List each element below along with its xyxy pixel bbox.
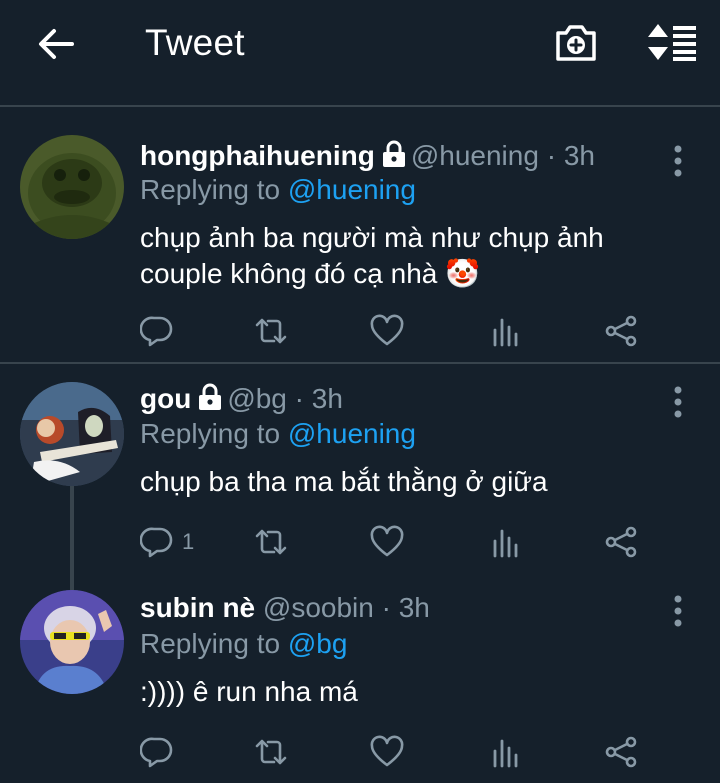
more-options-button[interactable] — [664, 593, 692, 629]
user-handle[interactable]: @soobin — [263, 592, 374, 623]
retweet-icon — [255, 739, 287, 765]
avatar[interactable] — [20, 382, 124, 486]
camera-add-icon — [556, 25, 596, 61]
tweet-text-line: :)))) ê run nha má — [140, 676, 358, 707]
back-button[interactable] — [36, 26, 76, 62]
replying-to: Replying to @huening — [140, 173, 416, 207]
tweet-text-line: chụp ba tha ma bắt thằng ở giữa — [140, 466, 548, 497]
tweet-header: gou @bg · 3h — [140, 382, 343, 416]
tweet[interactable]: gou @bg · 3h Replying to @huening chụp ba… — [0, 364, 720, 574]
retweet-button[interactable] — [254, 524, 288, 560]
more-vertical-icon — [674, 145, 682, 177]
analytics-icon — [493, 529, 518, 558]
share-button[interactable] — [604, 313, 638, 349]
replying-to-label: Replying to — [140, 418, 281, 449]
like-button[interactable] — [370, 524, 404, 560]
share-icon — [605, 526, 637, 558]
heart-icon — [370, 525, 404, 557]
tweet-text-line: chụp ảnh ba người mà như chụp ảnh — [140, 222, 604, 253]
share-icon — [605, 736, 637, 768]
retweet-button[interactable] — [254, 313, 288, 349]
sort-button[interactable] — [646, 22, 698, 62]
reply-button[interactable] — [140, 734, 174, 770]
reply-button[interactable]: 1 — [140, 524, 194, 560]
timestamp[interactable]: 3h — [312, 383, 343, 414]
share-button[interactable] — [604, 524, 638, 560]
replying-to-label: Replying to — [140, 174, 281, 205]
separator-dot: · — [381, 592, 391, 623]
reply-count: 1 — [182, 529, 195, 554]
retweet-button[interactable] — [254, 734, 288, 770]
more-vertical-icon — [674, 595, 682, 627]
arrow-left-icon — [39, 29, 74, 59]
tweet[interactable]: hongphaihuening @huening · 3h Replying to… — [0, 107, 720, 363]
share-icon — [605, 315, 637, 347]
replying-to-mention[interactable]: @huening — [288, 418, 416, 449]
reply-icon — [140, 316, 173, 347]
heart-icon — [370, 735, 404, 767]
display-name[interactable]: hongphaihuening — [140, 140, 375, 171]
more-vertical-icon — [674, 386, 682, 418]
sort-icon — [648, 24, 696, 61]
user-handle[interactable]: @bg — [227, 383, 287, 414]
lock-icon — [381, 140, 407, 168]
more-options-button[interactable] — [664, 384, 692, 420]
reply-icon — [140, 527, 173, 558]
separator-dot: · — [294, 383, 304, 414]
replying-to: Replying to @huening — [140, 417, 416, 451]
tweet-actions — [140, 313, 700, 353]
like-button[interactable] — [370, 313, 404, 349]
timestamp[interactable]: 3h — [399, 592, 430, 623]
page-title: Tweet — [145, 22, 245, 63]
share-button[interactable] — [604, 734, 638, 770]
lock-icon — [197, 383, 223, 411]
analytics-icon — [493, 739, 518, 768]
tweet-header: subin nè @soobin · 3h — [140, 591, 430, 625]
tweet-actions — [140, 734, 700, 774]
analytics-button[interactable] — [488, 524, 522, 560]
tweet-header: hongphaihuening @huening · 3h — [140, 139, 595, 173]
reply-button[interactable] — [140, 313, 174, 349]
user-handle[interactable]: @huening — [411, 140, 539, 171]
retweet-icon — [255, 318, 287, 344]
heart-icon — [370, 314, 404, 346]
replying-to-label: Replying to — [140, 628, 281, 659]
avatar[interactable] — [20, 135, 124, 239]
analytics-button[interactable] — [488, 734, 522, 770]
timestamp[interactable]: 3h — [564, 140, 595, 171]
top-app-bar: Tweet — [0, 0, 720, 106]
display-name[interactable]: subin nè — [140, 592, 255, 623]
separator-dot: · — [546, 140, 557, 171]
analytics-icon — [493, 318, 518, 347]
retweet-icon — [255, 529, 287, 555]
camera-button[interactable] — [554, 20, 598, 64]
replying-to-mention[interactable]: @huening — [288, 174, 416, 205]
avatar[interactable] — [20, 590, 124, 694]
analytics-button[interactable] — [488, 313, 522, 349]
tweet[interactable]: subin nè @soobin · 3h Replying to @bg :)… — [0, 574, 720, 783]
replying-to: Replying to @bg — [140, 627, 347, 661]
more-options-button[interactable] — [664, 143, 692, 179]
reply-icon — [140, 737, 173, 768]
display-name[interactable]: gou — [140, 383, 191, 414]
tweet-actions: 1 — [140, 524, 700, 564]
replying-to-mention[interactable]: @bg — [288, 628, 348, 659]
tweet-text-line: couple không đó cạ nhà 🤡 — [140, 258, 480, 289]
like-button[interactable] — [370, 734, 404, 770]
